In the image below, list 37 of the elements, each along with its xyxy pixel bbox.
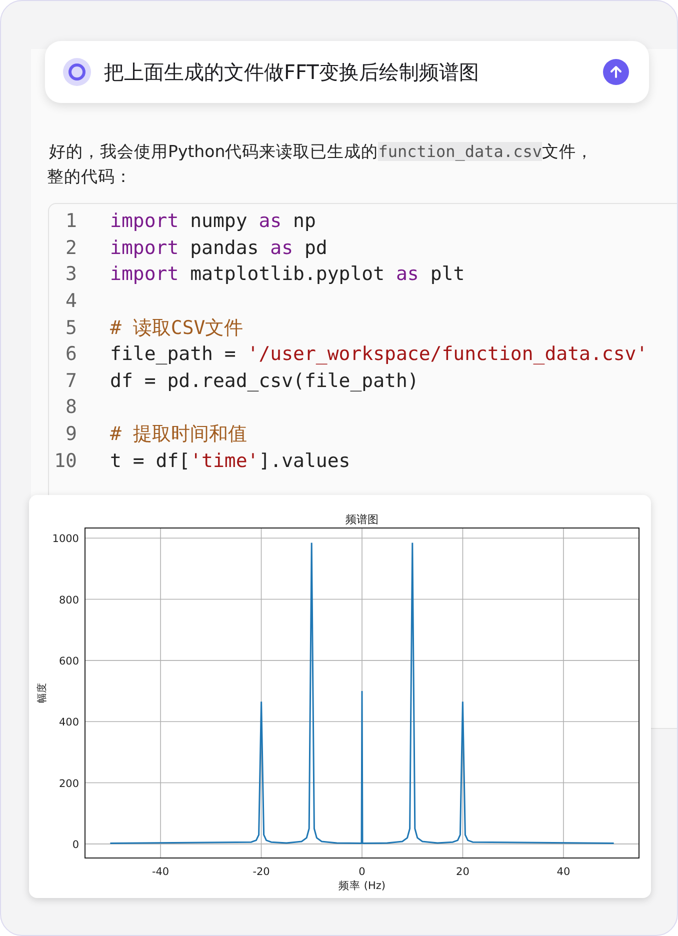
arrow-up-icon (609, 65, 623, 79)
y-tick-label: 800 (58, 594, 79, 606)
line-number: 3 (64, 263, 77, 286)
y-tick-label: 400 (58, 716, 79, 729)
line-number: 6 (64, 343, 77, 366)
x-tick-label: 40 (556, 866, 570, 878)
line-number: 8 (64, 396, 77, 418)
line-number: 4 (64, 290, 77, 312)
y-tick-label: 1000 (52, 533, 79, 546)
assistant-ring-icon (63, 58, 91, 86)
code-line: import matplotlib.pyplot as plt (110, 263, 465, 286)
y-tick-label: 600 (58, 655, 79, 668)
code-line: # 提取时间和值 (110, 422, 247, 448)
reply-paragraph: 好的，我会使用Python代码来读取已生成的function_data.csv文件， 整的代码： (49, 141, 594, 188)
prompt-text: 把上面生成的文件做FFT变换后绘制频谱图 (104, 58, 480, 86)
line-number: 5 (64, 316, 77, 339)
x-tick-label: 20 (456, 866, 470, 878)
line-number: 1 (64, 210, 77, 232)
chart-title: 频谱图 (346, 513, 378, 526)
x-tick-label: 0 (358, 866, 366, 878)
x-tick-label: -20 (252, 866, 270, 878)
line-number: 2 (64, 236, 77, 259)
y-tick-label: 200 (58, 778, 79, 790)
code-line: import pandas as pd (110, 236, 328, 259)
x-tick-label: -40 (152, 866, 170, 878)
y-tick-label: 0 (72, 838, 79, 851)
send-button[interactable] (603, 59, 629, 85)
line-number: 9 (64, 423, 77, 446)
x-axis-label: 频率 (Hz) (338, 880, 386, 892)
code-line: file_path = '/user_workspace/function_data.csv' (110, 343, 648, 366)
y-axis-label: 幅度 (37, 683, 48, 703)
line-number: 7 (64, 370, 77, 392)
line-number: 10 (53, 450, 77, 472)
code-line: df = pd.read_csv(file_path) (110, 370, 419, 392)
code-line: t = df['time'].values (110, 450, 350, 472)
code-line: import numpy as np (110, 210, 316, 232)
code-line: # 读取CSV文件 (110, 316, 244, 341)
